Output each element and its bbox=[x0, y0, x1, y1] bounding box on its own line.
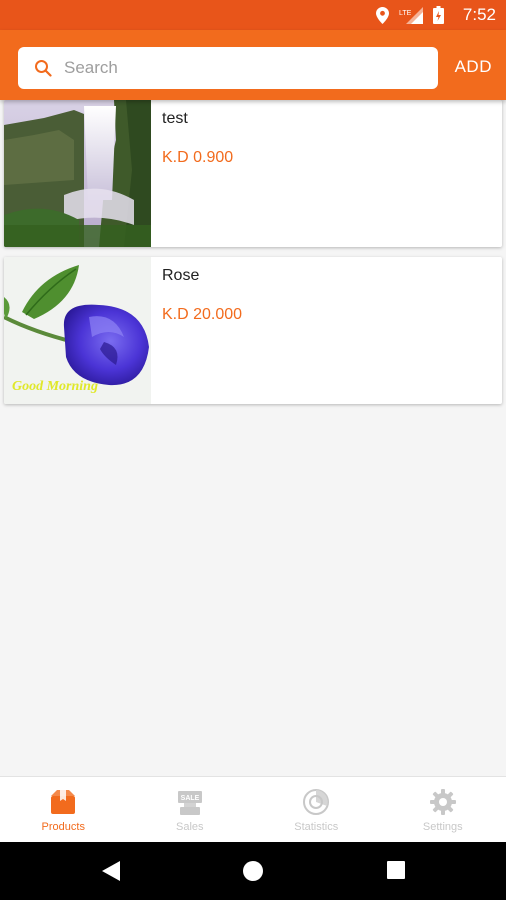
status-icons: LTE bbox=[376, 5, 444, 25]
product-card[interactable]: test K.D 0.900 bbox=[4, 100, 502, 247]
back-icon[interactable] bbox=[100, 860, 122, 882]
statistics-icon bbox=[303, 789, 330, 815]
product-card[interactable]: Good Morning Rose K.D 20.000 bbox=[4, 257, 502, 404]
nav-item-statistics[interactable]: Statistics bbox=[253, 777, 380, 843]
product-name: Rose bbox=[162, 267, 200, 284]
nav-item-sales[interactable]: SALE Sales bbox=[127, 777, 254, 843]
product-name: test bbox=[162, 110, 188, 127]
sales-icon: SALE bbox=[177, 791, 202, 815]
svg-text:LTE: LTE bbox=[399, 10, 412, 17]
nav-label: Settings bbox=[422, 821, 463, 833]
status-bar: LTE 7:52 bbox=[0, 0, 506, 30]
app-bar: ADD bbox=[0, 30, 506, 100]
nav-label: Sales bbox=[175, 821, 204, 833]
nav-item-products[interactable]: Products bbox=[0, 777, 127, 843]
svg-text:Good Morning: Good Morning bbox=[12, 379, 98, 394]
bottom-navigation: Products SALE Sales Statistics Settings bbox=[0, 776, 506, 843]
system-navigation-bar bbox=[0, 842, 506, 900]
location-icon bbox=[376, 6, 389, 24]
nav-label: Statistics bbox=[294, 821, 339, 833]
home-icon[interactable] bbox=[242, 860, 264, 882]
svg-text:SALE: SALE bbox=[180, 795, 199, 802]
settings-icon bbox=[429, 789, 456, 815]
lte-signal-icon: LTE bbox=[399, 6, 423, 24]
add-button[interactable]: ADD bbox=[455, 57, 492, 77]
nav-item-settings[interactable]: Settings bbox=[380, 777, 506, 843]
nav-label: Products bbox=[41, 821, 85, 833]
products-icon bbox=[51, 790, 76, 814]
battery-icon bbox=[433, 6, 444, 24]
product-image-waterfall bbox=[4, 100, 151, 247]
search-box[interactable] bbox=[18, 47, 438, 89]
search-icon bbox=[35, 60, 52, 77]
recents-icon[interactable] bbox=[386, 860, 406, 880]
search-input[interactable] bbox=[62, 57, 406, 79]
status-time: 7:52 bbox=[462, 5, 496, 24]
product-price: K.D 0.900 bbox=[162, 149, 234, 166]
product-price: K.D 20.000 bbox=[162, 306, 243, 323]
product-image-rose: Good Morning bbox=[4, 257, 151, 404]
